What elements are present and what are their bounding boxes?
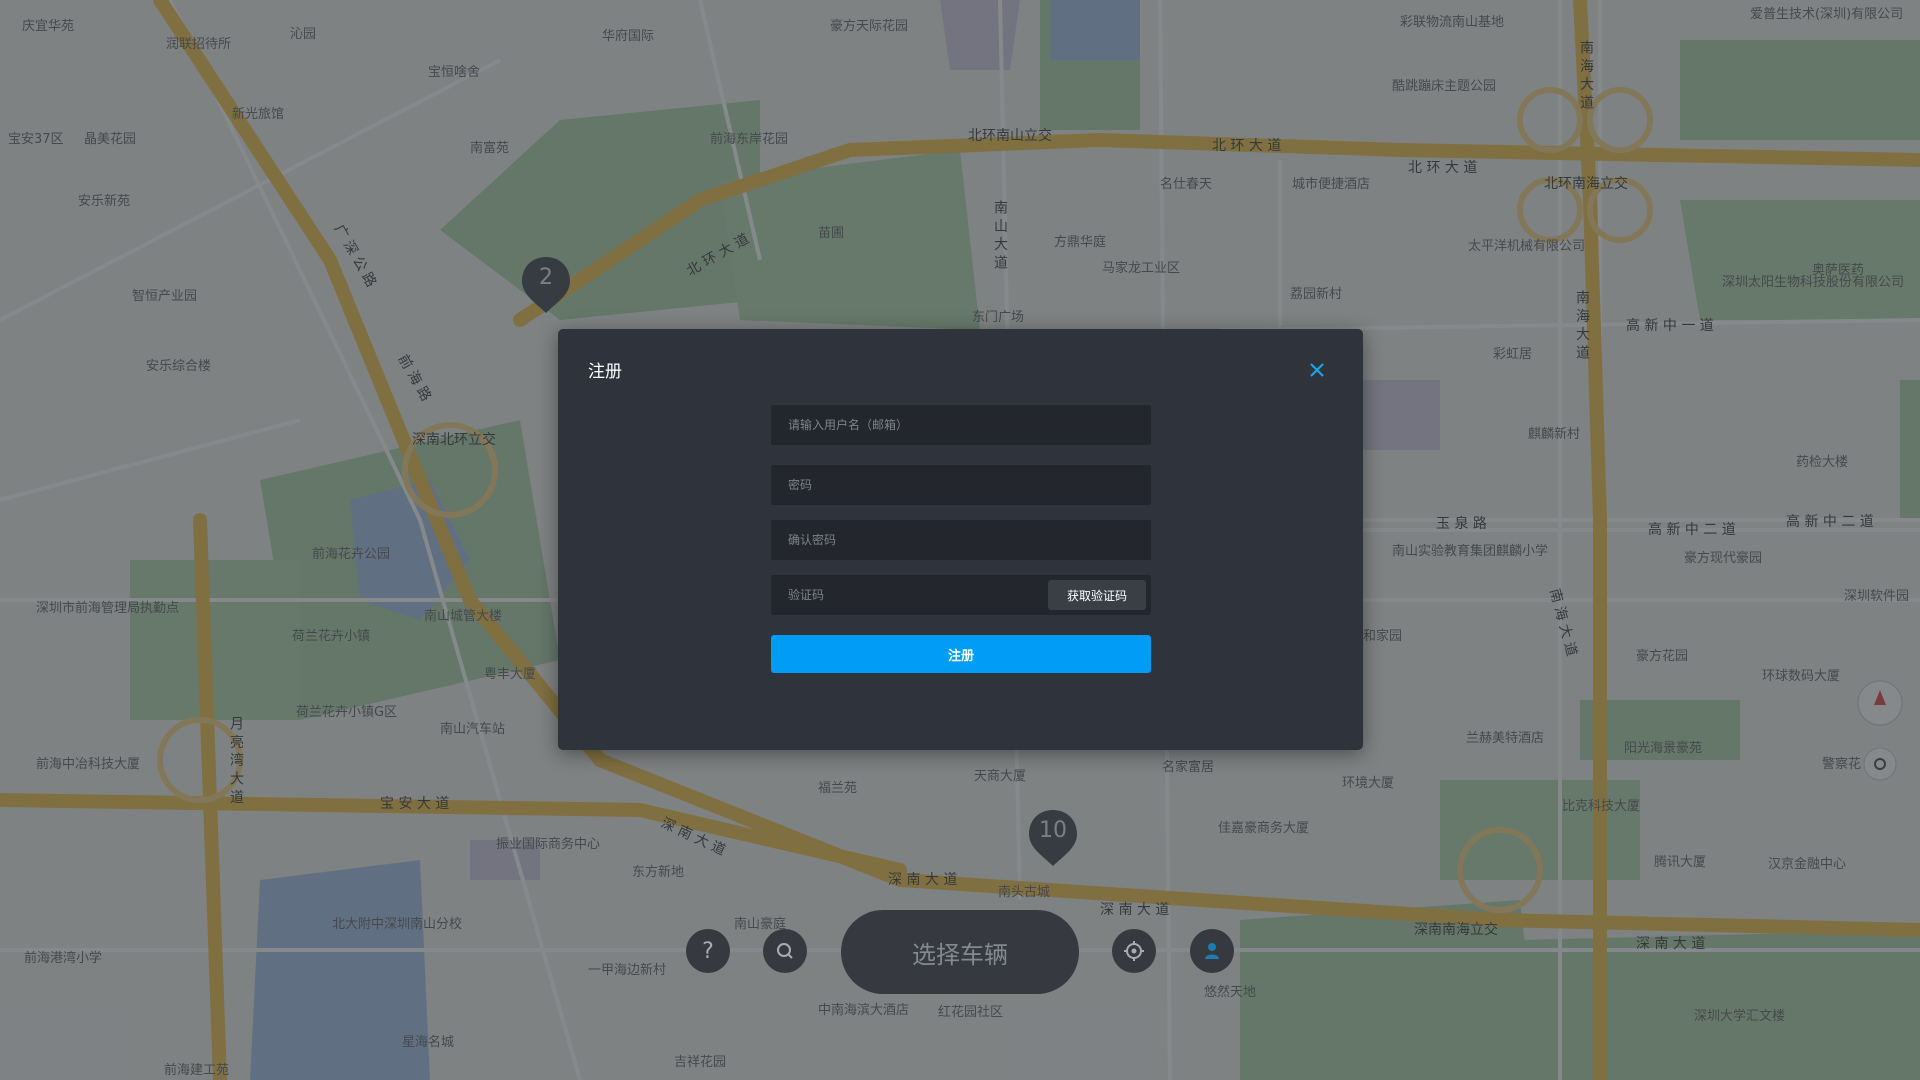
- register-button[interactable]: 注册: [771, 635, 1151, 673]
- register-dialog: 注册 获取验证码 注册: [558, 329, 1363, 750]
- select-vehicle-button[interactable]: 选择车辆: [841, 910, 1079, 994]
- user-button[interactable]: [1190, 929, 1234, 973]
- search-icon: [777, 943, 793, 959]
- confirm-password-field[interactable]: [771, 520, 1151, 560]
- password-input[interactable]: [771, 465, 1151, 505]
- select-vehicle-label: 选择车辆: [912, 940, 1008, 969]
- username-field[interactable]: [771, 405, 1151, 445]
- dialog-title: 注册: [588, 362, 622, 382]
- close-icon: [1310, 363, 1324, 377]
- confirm-password-input[interactable]: [771, 520, 1151, 560]
- crosshair-icon: [1124, 941, 1144, 961]
- username-input[interactable]: [771, 405, 1151, 445]
- close-button[interactable]: [1305, 358, 1329, 382]
- verification-code-field[interactable]: 获取验证码: [771, 575, 1151, 615]
- help-icon: ?: [702, 938, 714, 964]
- password-field[interactable]: [771, 465, 1151, 505]
- get-code-button[interactable]: 获取验证码: [1048, 580, 1146, 610]
- verification-code-input[interactable]: [771, 575, 1031, 615]
- locate-button[interactable]: [1112, 929, 1156, 973]
- user-icon: [1205, 943, 1219, 959]
- search-button[interactable]: [763, 929, 807, 973]
- help-button[interactable]: ?: [686, 929, 730, 973]
